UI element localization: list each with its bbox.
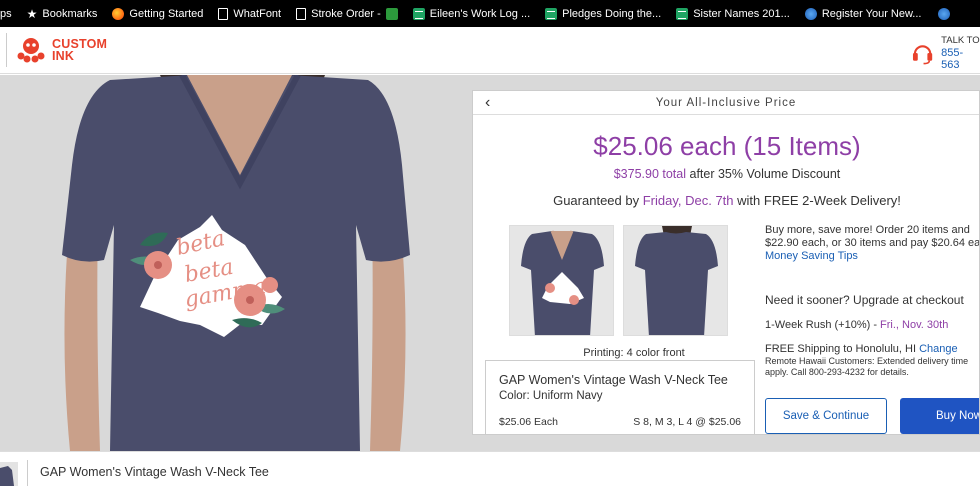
shirt-front-thumb-image: [510, 226, 613, 335]
talk-label: TALK TO: [941, 35, 980, 46]
hawaii-note: Remote Hawaii Customers: Extended delive…: [765, 356, 969, 377]
money-saving-tips-link[interactable]: Money Saving Tips: [765, 250, 979, 263]
thumbnail-front[interactable]: [509, 225, 614, 336]
shirt-back-thumb-image: [624, 226, 727, 335]
rush-option: 1-Week Rush (+10%) - Fri., Nov. 30th: [765, 319, 948, 331]
bookmark-label: Register Your New...: [821, 7, 922, 20]
firefox-icon: [112, 7, 125, 20]
phone-number[interactable]: 855-563: [941, 47, 980, 71]
total-line: $375.90 total after 35% Volume Discount: [473, 167, 979, 181]
logo-line-2: INK: [52, 49, 75, 63]
product-thumb[interactable]: [0, 462, 18, 486]
total-discount: after 35% Volume Discount: [689, 167, 841, 181]
bookmark-label: ps: [0, 7, 12, 20]
globe-icon: [938, 7, 950, 20]
buy-more-line-2: $22.90 each, or 30 items and pay $20.64 …: [765, 237, 980, 249]
printing-info: Printing: 4 color front: [583, 347, 685, 359]
price-row: $25.06 Each S 8, M 3, L 4 @ $25.06: [499, 416, 741, 428]
bookmark-whatfont[interactable]: WhatFont: [212, 0, 290, 27]
unit-price: $25.06 each (15 Items): [593, 131, 861, 161]
shipping-line: FREE Shipping to Honolulu, HI Change: [765, 343, 958, 355]
shirt-mini-thumb-image: [0, 462, 18, 486]
buy-now-button[interactable]: Buy Now: [900, 398, 979, 434]
total-amount: $375.90 total: [613, 167, 687, 181]
spreadsheet-icon: [676, 7, 689, 20]
product-name: GAP Women's Vintage Wash V-Neck Tee: [499, 373, 728, 387]
bookmark-work-log[interactable]: Eileen's Work Log ...: [407, 0, 539, 27]
bookmark-pledges[interactable]: Pledges Doing the...: [539, 0, 670, 27]
thumbnail-back[interactable]: [623, 225, 728, 336]
guarantee-prefix: Guaranteed by: [553, 193, 640, 208]
document-icon: [296, 7, 307, 20]
bottom-product-title: GAP Women's Vintage Wash V-Neck Tee: [40, 465, 269, 479]
bookmark-label: Getting Started: [129, 7, 204, 20]
need-sooner-heading: Need it sooner? Upgrade at checkout: [765, 293, 964, 307]
change-shipping-link[interactable]: Change: [919, 343, 958, 355]
bookmark-label: Sister Names 201...: [693, 7, 790, 20]
header-divider: [6, 33, 7, 67]
bookmark-apps[interactable]: ps: [0, 0, 21, 27]
tshirt-image: beta beta gamma: [62, 75, 410, 451]
site-header: CUSTOM INK TALK TO 855-563: [0, 27, 980, 74]
guarantee-line: Guaranteed by Friday, Dec. 7th with FREE…: [473, 193, 979, 208]
size-breakdown: S 8, M 3, L 4 @ $25.06: [633, 416, 741, 428]
bookmark-stroke-order[interactable]: Stroke Order -: [290, 0, 407, 27]
chevron-left-icon[interactable]: ‹: [485, 94, 491, 112]
custom-ink-logo[interactable]: CUSTOM INK: [16, 35, 107, 65]
guarantee-suffix: with FREE 2-Week Delivery!: [737, 193, 901, 208]
panel-header: ‹ Your All-Inclusive Price: [473, 91, 979, 115]
document-icon: [218, 7, 229, 20]
headset-icon: [912, 45, 933, 65]
product-color: Color: Uniform Navy: [499, 390, 603, 402]
save-continue-button[interactable]: Save & Continue: [765, 398, 887, 434]
bookmark-label: Pledges Doing the...: [562, 7, 662, 20]
custom-ink-logo-icon: [17, 38, 45, 63]
rush-date: Fri., Nov. 30th: [880, 319, 949, 331]
spreadsheet-icon: [545, 7, 558, 20]
product-summary-box: GAP Women's Vintage Wash V-Neck Tee Colo…: [485, 360, 755, 434]
bookmark-overflow[interactable]: [932, 0, 980, 27]
each-price: $25.06 Each: [499, 416, 558, 428]
logo-wordmark: CUSTOM INK: [52, 38, 107, 63]
price-panel: ‹ Your All-Inclusive Price $25.06 each (…: [472, 90, 980, 435]
panel-title: Your All-Inclusive Price: [655, 96, 797, 109]
extension-icon: [385, 7, 398, 20]
spreadsheet-icon: [412, 7, 425, 20]
talk-text: TALK TO 855-563: [941, 35, 980, 71]
bookmark-label: Bookmarks: [42, 7, 98, 20]
volume-savings: Buy more, save more! Order 20 items and …: [765, 224, 980, 263]
bookmark-sister-names[interactable]: Sister Names 201...: [670, 0, 799, 27]
guarantee-date: Friday, Dec. 7th: [642, 193, 734, 208]
bookmark-label: WhatFont: [233, 7, 282, 20]
bookmark-label: Stroke Order -: [311, 7, 381, 20]
bookmark-getting-started[interactable]: Getting Started: [106, 0, 212, 27]
contact-phone[interactable]: TALK TO 855-563: [912, 35, 980, 71]
rush-label: 1-Week Rush (+10%) -: [765, 319, 877, 331]
shipping-destination: FREE Shipping to Honolulu, HI: [765, 343, 917, 355]
bottom-divider: [27, 460, 28, 486]
globe-icon: [804, 7, 817, 20]
bookmark-label: Eileen's Work Log ...: [429, 7, 531, 20]
sticky-product-bar: GAP Women's Vintage Wash V-Neck Tee: [0, 451, 980, 486]
bookmark-bookmarks[interactable]: ★ Bookmarks: [21, 0, 107, 27]
bookmark-register[interactable]: Register Your New...: [799, 0, 931, 27]
bookmarks-bar: ps ★ Bookmarks Getting Started WhatFont …: [0, 0, 980, 27]
star-icon: ★: [26, 6, 38, 21]
buy-more-line-1: Buy more, save more! Order 20 items and: [765, 224, 970, 236]
